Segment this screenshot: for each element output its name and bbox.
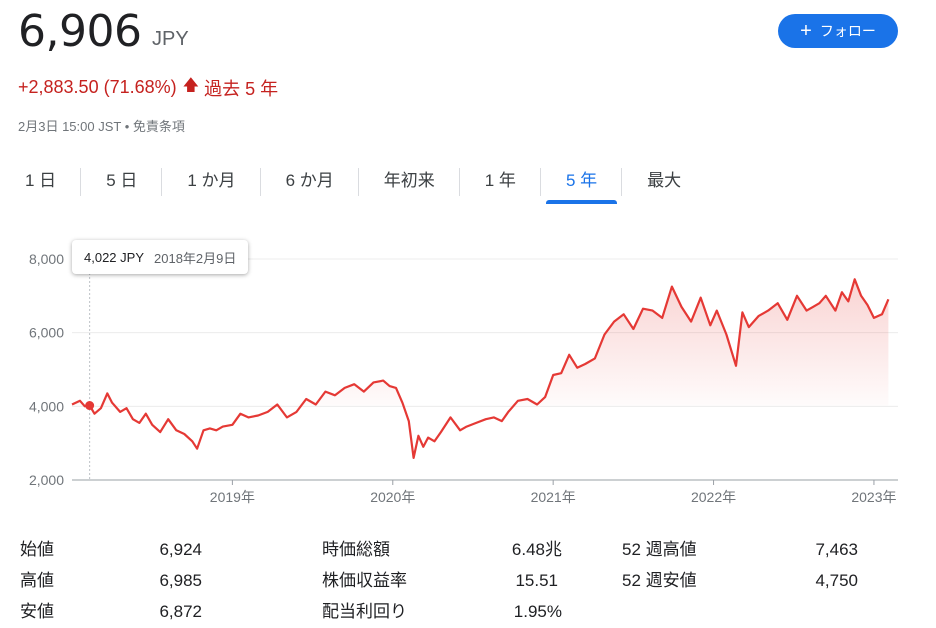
- chart-area-fill: [72, 279, 889, 406]
- follow-button[interactable]: + フォロー: [778, 14, 898, 48]
- x-tick-label: 2021年: [531, 489, 576, 505]
- stat-value-52w-high: 7,463: [815, 540, 858, 559]
- stat-label-52w-low: 52 週安値: [622, 571, 697, 590]
- tab-1y[interactable]: 1 年: [460, 160, 542, 204]
- x-tick-label: 2022年: [691, 489, 736, 505]
- stat-value-52w-low: 4,750: [815, 571, 858, 590]
- separator: •: [124, 119, 130, 134]
- disclaimer-link[interactable]: 免責条項: [133, 119, 185, 134]
- stat-value-high: 6,985: [159, 571, 202, 590]
- stat-label-low: 安値: [20, 602, 54, 621]
- x-tick-label: 2020年: [370, 489, 415, 505]
- price-change-row: +2,883.50 (71.68%) 🡅 過去 5 年: [18, 74, 278, 101]
- stats-table: 始値 6,924 高値 6,985 安値 6,872 時価総額 6.48兆 株価…: [0, 530, 936, 628]
- follow-button-label: フォロー: [819, 23, 876, 39]
- stock-price: 6,906: [18, 6, 142, 57]
- stat-label-dividend-yield: 配当利回り: [322, 602, 407, 621]
- plus-icon: +: [800, 20, 812, 42]
- timestamp: 2月3日 15:00 JST: [18, 119, 122, 134]
- stat-value-pe-ratio: 15.51: [515, 571, 558, 590]
- y-tick-label: 8,000: [29, 251, 64, 267]
- tab-5d[interactable]: 5 日: [81, 160, 163, 204]
- chart-tooltip: 4,022 JPY 2018年2月9日: [72, 240, 249, 274]
- area-fill: [72, 279, 889, 406]
- x-tick-label: 2023年: [851, 489, 896, 505]
- currency-code: JPY: [152, 28, 189, 50]
- tab-1m[interactable]: 1 か月: [162, 160, 261, 204]
- tab-5y[interactable]: 5 年: [541, 160, 623, 204]
- stat-label-open: 始値: [20, 540, 54, 559]
- stat-label-market-cap: 時価総額: [322, 540, 390, 559]
- tooltip-value: 4,022 JPY: [84, 249, 144, 265]
- tab-max[interactable]: 最大: [622, 160, 706, 204]
- start-marker: [85, 401, 95, 411]
- x-tick-label: 2019年: [210, 489, 255, 505]
- stat-value-market-cap: 6.48兆: [511, 540, 562, 559]
- range-tabs: 1 日 5 日 1 か月 6 か月 年初来 1 年 5 年 最大: [0, 160, 706, 204]
- tooltip-date: 2018年2月9日: [154, 250, 237, 266]
- y-tick-label: 4,000: [29, 398, 64, 414]
- tab-ytd[interactable]: 年初来: [359, 160, 460, 204]
- stat-value-low: 6,872: [159, 602, 202, 621]
- stat-value-open: 6,924: [159, 540, 202, 559]
- stat-label-52w-high: 52 週高値: [622, 540, 697, 559]
- price-change: +2,883.50 (71.68%): [18, 77, 177, 97]
- stat-label-pe-ratio: 株価収益率: [322, 571, 407, 590]
- timestamp-row: 2月3日 15:00 JST • 免責条項: [18, 116, 185, 135]
- tab-1d[interactable]: 1 日: [0, 160, 82, 204]
- y-tick-label: 2,000: [29, 472, 64, 488]
- arrow-up-icon: 🡅: [182, 77, 200, 94]
- y-tick-label: 6,000: [29, 325, 64, 341]
- change-period: 過去 5 年: [204, 78, 279, 99]
- stat-value-dividend-yield: 1.95%: [513, 602, 562, 621]
- stat-label-high: 高値: [20, 571, 54, 590]
- tab-6m[interactable]: 6 か月: [261, 160, 359, 204]
